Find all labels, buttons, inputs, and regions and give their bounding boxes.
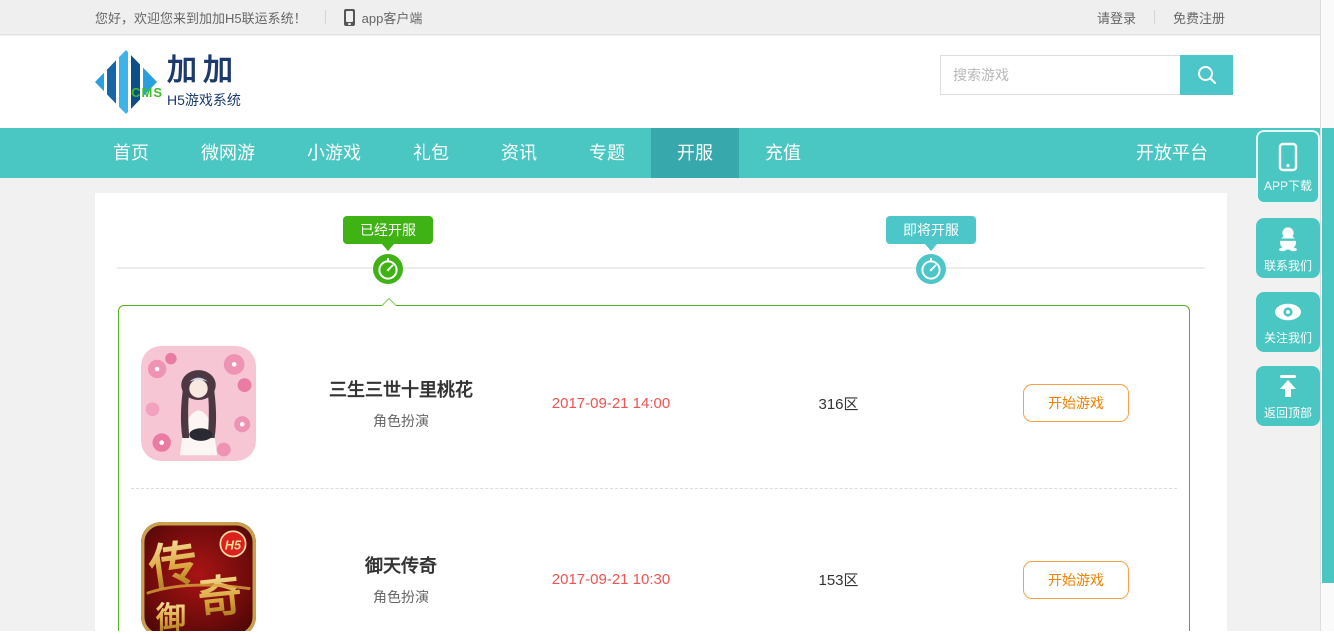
svg-text:H5: H5 bbox=[225, 539, 242, 553]
action-column: 开始游戏 bbox=[1001, 561, 1151, 599]
server-zone: 316区 bbox=[676, 393, 1001, 414]
float-button-label: 联系我们 bbox=[1264, 257, 1312, 274]
svg-text:御: 御 bbox=[155, 602, 186, 634]
app-client-link[interactable]: app客户端 bbox=[362, 8, 423, 27]
follow-us-button[interactable]: 关注我们 bbox=[1256, 292, 1320, 352]
server-row: 三生三世十里桃花 角色扮演 2017-09-21 14:00 316区 开始游戏 bbox=[119, 318, 1189, 488]
tab-opening-soon[interactable]: 即将开服 bbox=[886, 216, 976, 244]
game-icon-wrap bbox=[119, 346, 256, 461]
welcome-text: 您好，欢迎您来到加加H5联运系统！ bbox=[95, 8, 307, 27]
game-name-column: 三生三世十里桃花 角色扮演 bbox=[256, 376, 546, 431]
phone-icon bbox=[1275, 141, 1301, 173]
phone-icon bbox=[344, 9, 355, 26]
start-game-button[interactable]: 开始游戏 bbox=[1023, 561, 1129, 599]
divider bbox=[325, 10, 326, 24]
open-time: 2017-09-21 14:00 bbox=[546, 395, 676, 412]
floating-button-column: APP下载 联系我们 关注我们 返回顶部 bbox=[1256, 130, 1320, 440]
site-header: CMS 加加 H5游戏系统 bbox=[0, 36, 1320, 128]
stopwatch-icon-teal[interactable] bbox=[916, 254, 946, 284]
nav-item-server-open[interactable]: 开服 bbox=[651, 128, 739, 178]
nav-item-recharge[interactable]: 充值 bbox=[739, 128, 827, 178]
action-column: 开始游戏 bbox=[1001, 384, 1151, 422]
nav-item-webgames[interactable]: 微网游 bbox=[175, 128, 281, 178]
game-genre: 角色扮演 bbox=[256, 411, 546, 431]
stopwatch-icon-green[interactable] bbox=[373, 254, 403, 284]
start-game-button[interactable]: 开始游戏 bbox=[1023, 384, 1129, 422]
server-row: 传 奇 御 H5 御天传奇 角色扮演 2017-09-21 10:30 153区… bbox=[131, 488, 1177, 634]
top-bar: 您好，欢迎您来到加加H5联运系统！ app客户端 请登录 免费注册 bbox=[0, 0, 1320, 35]
register-link[interactable]: 免费注册 bbox=[1173, 8, 1225, 27]
search-icon bbox=[1195, 63, 1219, 87]
content-card: 已经开服 即将开服 bbox=[95, 193, 1227, 634]
top-bar-right: 请登录 免费注册 bbox=[1097, 8, 1225, 27]
nav-item-news[interactable]: 资讯 bbox=[475, 128, 563, 178]
scrollbar-track[interactable] bbox=[1320, 0, 1334, 634]
search-button[interactable] bbox=[1180, 55, 1233, 95]
qq-icon bbox=[1273, 223, 1303, 253]
nav-item-open-platform[interactable]: 开放平台 bbox=[1136, 128, 1208, 178]
main-nav: 首页 微网游 小游戏 礼包 资讯 专题 开服 充值 开放平台 bbox=[0, 128, 1320, 178]
game-icon-peach-blossom[interactable] bbox=[141, 346, 256, 461]
tab-already-opened[interactable]: 已经开服 bbox=[343, 216, 433, 244]
float-button-label: 返回顶部 bbox=[1264, 404, 1312, 421]
game-name-column: 御天传奇 角色扮演 bbox=[256, 552, 546, 607]
server-zone: 153区 bbox=[676, 569, 1001, 590]
back-to-top-button[interactable]: 返回顶部 bbox=[1256, 366, 1320, 426]
game-icon-legend[interactable]: 传 奇 御 H5 bbox=[141, 522, 256, 634]
game-title[interactable]: 御天传奇 bbox=[256, 552, 546, 578]
tab-pointer bbox=[382, 244, 394, 251]
logo-cms-badge: CMS bbox=[131, 85, 163, 100]
logo-subtitle: H5游戏系统 bbox=[167, 90, 241, 110]
logo-title: 加加 bbox=[167, 55, 241, 87]
back-to-top-icon bbox=[1273, 372, 1303, 400]
tab-pointer bbox=[925, 244, 937, 251]
server-list-panel: 三生三世十里桃花 角色扮演 2017-09-21 14:00 316区 开始游戏 bbox=[118, 305, 1190, 634]
logo-diamond-icon: CMS bbox=[95, 50, 157, 114]
search-input[interactable] bbox=[940, 55, 1180, 95]
nav-item-minigames[interactable]: 小游戏 bbox=[281, 128, 387, 178]
contact-us-button[interactable]: 联系我们 bbox=[1256, 218, 1320, 278]
float-button-label: 关注我们 bbox=[1264, 329, 1312, 346]
game-genre: 角色扮演 bbox=[256, 587, 546, 607]
nav-item-giftpacks[interactable]: 礼包 bbox=[387, 128, 475, 178]
game-title[interactable]: 三生三世十里桃花 bbox=[256, 376, 546, 402]
top-bar-left: 您好，欢迎您来到加加H5联运系统！ app客户端 bbox=[95, 8, 422, 27]
float-button-label: APP下载 bbox=[1264, 177, 1312, 194]
timeline-line bbox=[117, 267, 1205, 269]
site-logo[interactable]: CMS 加加 H5游戏系统 bbox=[95, 50, 241, 114]
nav-item-topics[interactable]: 专题 bbox=[563, 128, 651, 178]
search-box bbox=[940, 55, 1233, 95]
scrollbar-thumb[interactable] bbox=[1322, 128, 1334, 583]
nav-item-home[interactable]: 首页 bbox=[87, 128, 175, 178]
game-icon-wrap: 传 奇 御 H5 bbox=[131, 522, 256, 634]
logo-text: 加加 H5游戏系统 bbox=[167, 55, 241, 110]
app-download-button[interactable]: APP下载 bbox=[1256, 130, 1320, 204]
divider bbox=[1154, 10, 1155, 24]
eye-icon bbox=[1272, 299, 1304, 325]
svg-text:奇: 奇 bbox=[196, 571, 245, 624]
login-link[interactable]: 请登录 bbox=[1097, 8, 1136, 27]
open-time: 2017-09-21 10:30 bbox=[546, 571, 676, 588]
